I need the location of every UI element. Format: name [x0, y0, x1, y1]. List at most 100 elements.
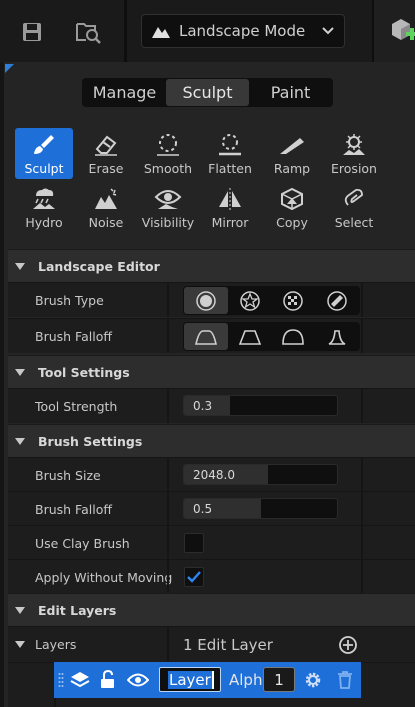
gear-icon[interactable] — [303, 670, 323, 690]
eye-icon[interactable] — [127, 672, 149, 688]
add-layer-icon[interactable] — [338, 635, 358, 655]
alpha-value-input[interactable]: 1 — [263, 667, 295, 692]
tip-falloff-button[interactable] — [315, 323, 359, 350]
use-clay-brush-checkbox[interactable] — [184, 533, 204, 553]
top-toolbar: Landscape Mode — [0, 0, 415, 62]
collapse-arrow-icon[interactable] — [15, 641, 25, 648]
property-row-layers: Layers 1 Edit Layer — [8, 626, 415, 662]
circle-brush-button[interactable] — [184, 287, 228, 314]
unlock-icon[interactable] — [99, 670, 117, 690]
tool-label: Hydro — [25, 215, 63, 230]
tool-erosion[interactable]: Erosion — [325, 128, 383, 179]
pattern-brush-icon — [283, 290, 304, 311]
tool-label: Select — [334, 215, 374, 230]
column-divider — [361, 492, 363, 526]
tool-label: Copy — [276, 215, 308, 230]
landscape-icon — [152, 27, 170, 38]
alpha-brush-button[interactable] — [228, 287, 272, 314]
mode-dropdown[interactable]: Landscape Mode — [141, 14, 345, 48]
tab-paint[interactable]: Paint — [249, 79, 332, 106]
section-title: Brush Settings — [38, 433, 143, 449]
mode-tabs: Manage Sculpt Paint — [82, 78, 333, 107]
column-divider — [361, 283, 363, 317]
mirror-icon — [219, 188, 241, 210]
column-divider — [167, 627, 169, 662]
tool-flatten[interactable]: Flatten — [201, 128, 259, 179]
erosion-icon — [343, 134, 365, 155]
column-divider — [167, 319, 169, 353]
tool-mirror[interactable]: Mirror — [201, 182, 259, 233]
linear-falloff-button[interactable] — [228, 323, 272, 350]
smooth-falloff-button[interactable] — [184, 323, 228, 350]
section-landscape-editor[interactable]: Landscape Editor — [8, 249, 415, 282]
spherical-falloff-button[interactable] — [272, 323, 316, 350]
number-value: 2048.0 — [193, 467, 235, 482]
collapse-arrow-icon — [15, 437, 25, 445]
pattern-brush-button[interactable] — [272, 287, 316, 314]
visibility-icon — [154, 190, 182, 209]
tool-erase[interactable]: Erase — [77, 128, 135, 179]
chevron-down-icon — [322, 27, 334, 35]
layer-name-text: Layer — [168, 670, 214, 689]
tool-label: Erosion — [331, 161, 377, 176]
add-actor-button[interactable] — [372, 0, 415, 62]
property-label: Use Clay Brush — [35, 535, 130, 551]
tool-label: Noise — [88, 215, 124, 230]
drag-handle-icon[interactable] — [58, 672, 64, 688]
save-icon[interactable] — [14, 14, 50, 50]
tool-visibility[interactable]: Visibility — [139, 182, 197, 233]
panel-corner-marker — [5, 64, 14, 73]
component-brush-button[interactable] — [315, 287, 359, 314]
tool-label: Ramp — [273, 161, 311, 176]
ramp-icon — [280, 138, 304, 154]
brush-type-selector — [183, 286, 360, 315]
tool-label: Mirror — [211, 215, 249, 230]
tool-label: Erase — [88, 161, 124, 176]
tool-sculpt[interactable]: Sculpt — [15, 128, 73, 179]
layers-count: 1 Edit Layer — [183, 635, 273, 654]
tool-label: Smooth — [143, 161, 193, 176]
tab-manage[interactable]: Manage — [83, 79, 166, 106]
noise-icon — [95, 188, 117, 209]
column-divider — [167, 560, 169, 594]
brush-falloff-selector — [183, 322, 360, 351]
tool-smooth[interactable]: Smooth — [139, 128, 197, 179]
section-edit-layers[interactable]: Edit Layers — [8, 593, 415, 626]
tool-copy[interactable]: Copy — [263, 182, 321, 233]
property-row-brush-size: Brush Size 2048.0 — [8, 457, 415, 492]
tool-hydro[interactable]: Hydro — [15, 182, 73, 233]
column-divider — [167, 458, 169, 492]
layer-name-input[interactable]: Layer — [159, 667, 221, 692]
select-icon — [344, 188, 363, 206]
property-row-use-clay-brush: Use Clay Brush — [8, 525, 415, 560]
sculpt-brush-icon — [34, 135, 54, 154]
section-title: Landscape Editor — [38, 258, 160, 274]
tool-noise[interactable]: Noise — [77, 182, 135, 233]
property-row-brush-falloff-type: Brush Falloff — [8, 318, 415, 353]
property-label: Brush Type — [35, 292, 104, 308]
collapse-arrow-icon — [15, 368, 25, 376]
section-brush-settings[interactable]: Brush Settings — [8, 424, 415, 457]
hydro-icon — [33, 188, 55, 209]
section-tool-settings[interactable]: Tool Settings — [8, 355, 415, 388]
trash-icon[interactable] — [336, 670, 354, 690]
property-row-apply-without-moving: Apply Without Moving — [8, 559, 415, 594]
property-label: Brush Size — [35, 467, 101, 483]
alpha-brush-icon — [239, 290, 260, 311]
property-label: Apply Without Moving — [35, 569, 173, 585]
column-divider — [361, 526, 363, 560]
add-actor-icon — [392, 19, 415, 40]
column-divider — [361, 458, 363, 492]
tool-strength-input[interactable]: 0.3 — [183, 395, 338, 416]
apply-without-moving-checkbox[interactable] — [184, 567, 204, 587]
property-row-brush-type: Brush Type — [8, 282, 415, 317]
tool-ramp[interactable]: Ramp — [263, 128, 321, 179]
brush-size-input[interactable]: 2048.0 — [183, 464, 338, 485]
tool-label: Flatten — [208, 161, 252, 176]
layer-item[interactable]: Layer Alph 1 — [54, 662, 361, 698]
property-label: Brush Falloff — [35, 501, 112, 517]
brush-falloff-input[interactable]: 0.5 — [183, 498, 338, 519]
tab-sculpt[interactable]: Sculpt — [166, 79, 249, 106]
folder-search-icon[interactable] — [70, 14, 106, 50]
tool-select[interactable]: Select — [325, 182, 383, 233]
